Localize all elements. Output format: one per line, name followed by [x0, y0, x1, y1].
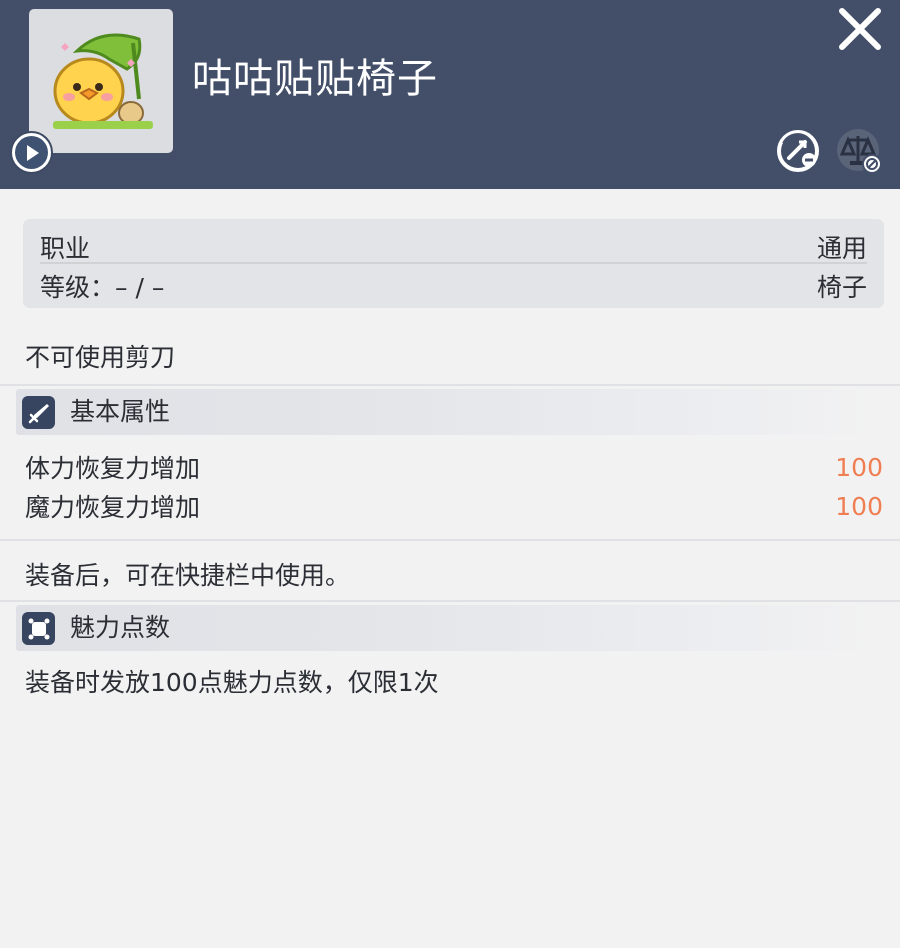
job-label: 职业 — [40, 234, 91, 263]
stat-name: 体力恢复力增加 — [25, 454, 201, 483]
trade-restricted-icon[interactable] — [775, 128, 821, 174]
duck-chair-icon — [53, 33, 153, 129]
scissors-note: 不可使用剪刀 — [25, 343, 176, 372]
charm-description: 装备时发放100点魅力点数，仅限1次 — [25, 668, 439, 697]
item-header: 咕咕贴贴椅子 — [0, 0, 900, 189]
item-info-box: 职业 通用 等级：– / – 椅子 — [23, 219, 884, 308]
close-icon[interactable] — [836, 5, 884, 53]
stat-name: 魔力恢复力增加 — [25, 493, 201, 522]
stat-value: 100 — [835, 452, 883, 482]
job-row: 职业 通用 — [40, 228, 867, 266]
section-basic-attributes: 基本属性 — [16, 389, 876, 435]
stat-row: 体力恢复力增加 100 — [25, 449, 883, 485]
section-charm-points: 魅力点数 — [16, 605, 876, 651]
stat-value: 100 — [835, 491, 883, 521]
level-label: 等级：– / – — [40, 273, 165, 302]
sword-icon — [28, 403, 49, 423]
play-icon — [26, 144, 39, 161]
job-value: 通用 — [816, 234, 867, 263]
section-badge — [22, 612, 55, 645]
section-title: 魅力点数 — [70, 613, 171, 642]
item-title: 咕咕贴贴椅子 — [192, 56, 438, 102]
item-icon-frame — [29, 9, 173, 153]
info-divider — [40, 262, 867, 264]
level-row: 等级：– / – 椅子 — [40, 267, 867, 305]
type-value: 椅子 — [816, 273, 867, 302]
divider — [0, 600, 900, 602]
compare-disabled-icon[interactable] — [836, 128, 882, 174]
divider — [0, 539, 900, 541]
section-title: 基本属性 — [70, 397, 171, 426]
section-badge — [22, 396, 55, 429]
charm-icon — [28, 618, 49, 639]
play-button[interactable] — [10, 131, 53, 174]
stat-row: 魔力恢复力增加 100 — [25, 488, 883, 524]
quickbar-note: 装备后，可在快捷栏中使用。 — [25, 561, 351, 590]
divider — [0, 384, 900, 386]
